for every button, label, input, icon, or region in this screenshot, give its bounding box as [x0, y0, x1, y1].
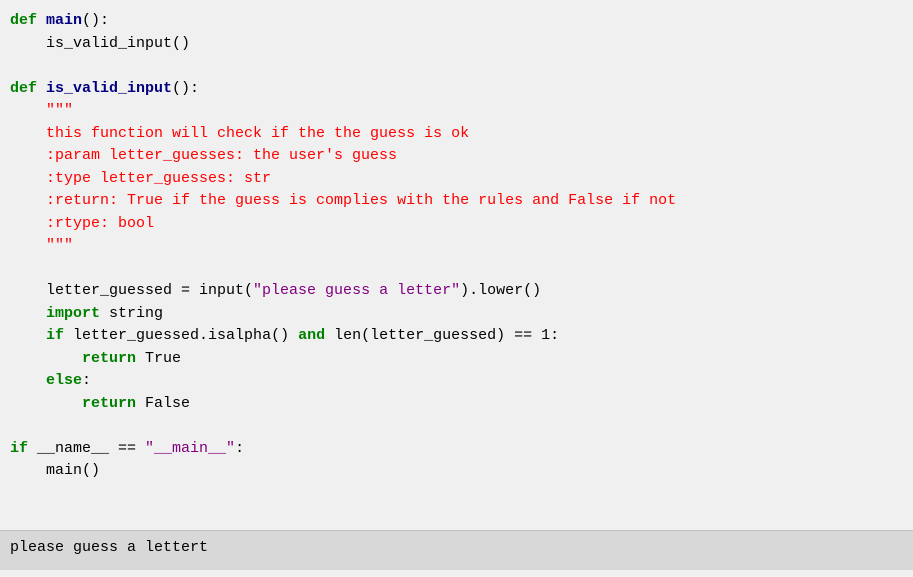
code-line: this function will check if the the gues…	[10, 123, 903, 146]
code-segment: else	[46, 372, 82, 389]
code-segment	[10, 395, 82, 412]
code-segment: :	[235, 440, 244, 457]
code-segment: ():	[172, 80, 199, 97]
code-segment: len(letter_guessed) == 1:	[325, 327, 559, 344]
code-segment: and	[298, 327, 325, 344]
code-segment: True	[136, 350, 181, 367]
code-line	[10, 415, 903, 438]
code-line: if __name__ == "__main__":	[10, 438, 903, 461]
code-segment: :rtype: bool	[10, 215, 154, 232]
code-line: :return: True if the guess is complies w…	[10, 190, 903, 213]
code-line: import string	[10, 303, 903, 326]
code-segment: def	[10, 80, 46, 97]
code-segment: "__main__"	[145, 440, 235, 457]
code-segment	[10, 372, 46, 389]
code-segment: string	[100, 305, 163, 322]
code-line: if letter_guessed.isalpha() and len(lett…	[10, 325, 903, 348]
code-segment	[10, 305, 46, 322]
code-segment: return	[82, 395, 136, 412]
code-segment: """	[10, 102, 73, 119]
code-line: def is_valid_input():	[10, 78, 903, 101]
code-segment: "please guess a letter"	[253, 282, 460, 299]
code-segment: return	[82, 350, 136, 367]
code-segment: False	[136, 395, 190, 412]
code-segment: :	[82, 372, 91, 389]
code-segment: main	[46, 12, 82, 29]
code-line: letter_guessed = input("please guess a l…	[10, 280, 903, 303]
code-line: :param letter_guesses: the user's guess	[10, 145, 903, 168]
code-line: is_valid_input()	[10, 33, 903, 56]
code-line: :type letter_guesses: str	[10, 168, 903, 191]
code-segment: letter_guessed.isalpha()	[64, 327, 298, 344]
output-text: please guess a lettert	[10, 539, 208, 556]
code-segment: is_valid_input()	[10, 35, 190, 52]
code-line: def main():	[10, 10, 903, 33]
code-line: main()	[10, 460, 903, 483]
code-segment: ():	[82, 12, 109, 29]
code-segment: if	[10, 440, 28, 457]
code-line	[10, 55, 903, 78]
code-segment: :return: True if the guess is complies w…	[10, 192, 676, 209]
code-segment: __name__ ==	[28, 440, 145, 457]
code-segment: if	[46, 327, 64, 344]
code-segment: letter_guessed = input(	[10, 282, 253, 299]
code-segment	[10, 350, 82, 367]
code-segment: ).lower()	[460, 282, 541, 299]
code-line: return True	[10, 348, 903, 371]
code-line: :rtype: bool	[10, 213, 903, 236]
code-segment: """	[10, 237, 73, 254]
code-segment: def	[10, 12, 46, 29]
code-segment: :param letter_guesses: the user's guess	[10, 147, 397, 164]
code-segment: this function will check if the the gues…	[10, 125, 469, 142]
code-segment: import	[46, 305, 100, 322]
code-line: """	[10, 100, 903, 123]
code-editor: def main(): is_valid_input() def is_vali…	[0, 0, 913, 530]
code-segment: is_valid_input	[46, 80, 172, 97]
code-line: return False	[10, 393, 903, 416]
output-panel: please guess a lettert	[0, 530, 913, 570]
code-line: else:	[10, 370, 903, 393]
code-segment: :type letter_guesses: str	[10, 170, 271, 187]
code-segment: main()	[10, 462, 100, 479]
code-content: def main(): is_valid_input() def is_vali…	[10, 10, 903, 483]
code-segment	[10, 327, 46, 344]
code-line: """	[10, 235, 903, 258]
code-line	[10, 258, 903, 281]
